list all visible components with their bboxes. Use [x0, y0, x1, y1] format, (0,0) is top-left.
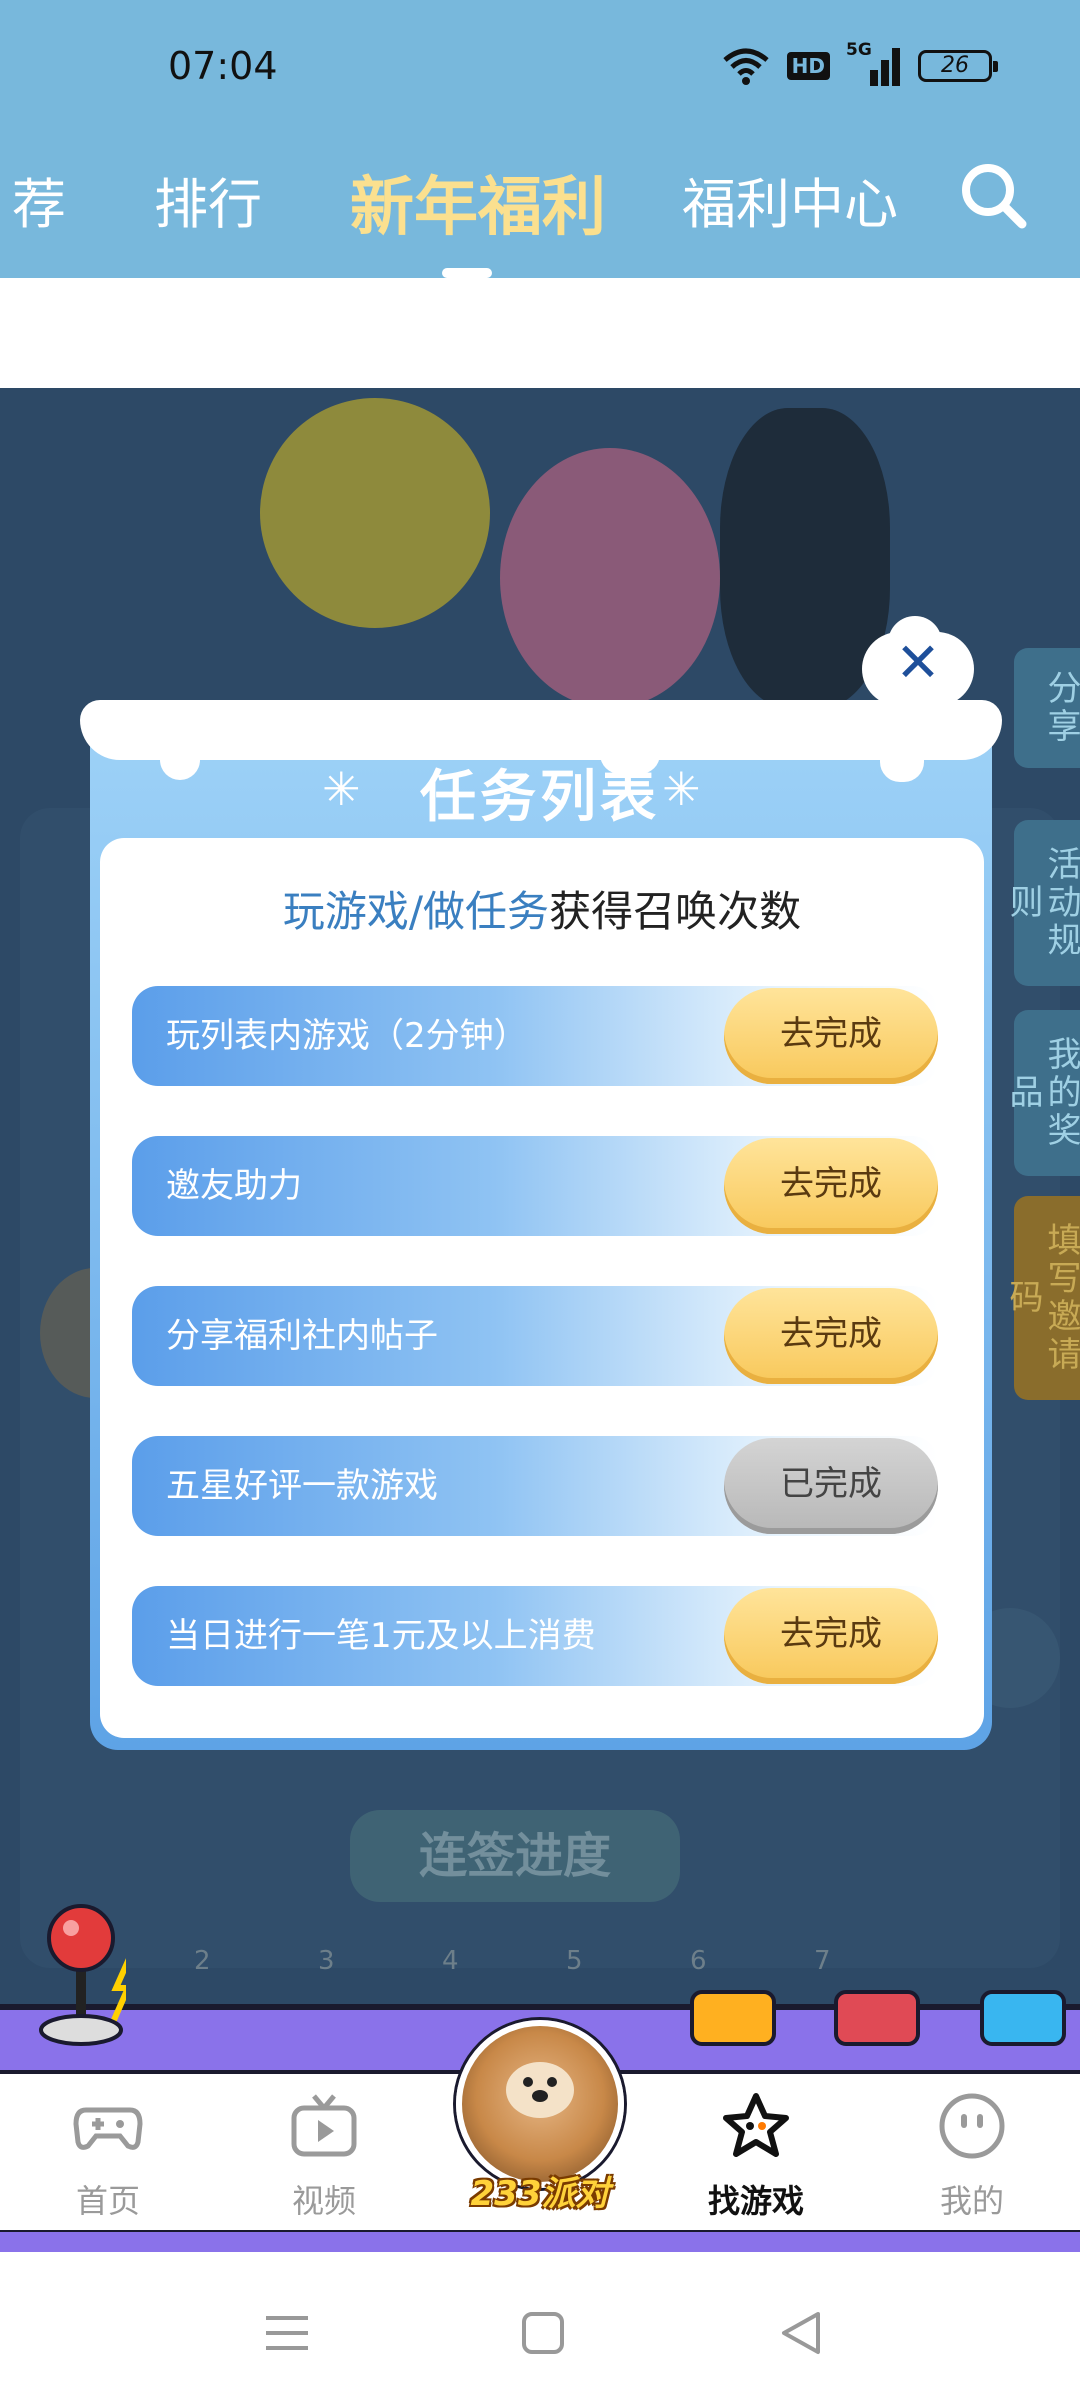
sign-in-progress-title: 连签进度: [350, 1810, 680, 1902]
task-row: 五星好评一款游戏 已完成: [132, 1436, 938, 1536]
top-tabs: 荐 排行 新年福利 福利中心: [0, 150, 1080, 245]
day-number: 7: [814, 1946, 831, 1976]
mascot-pink-hair: [500, 448, 720, 708]
side-tab-prizes[interactable]: 我的奖品: [1003, 1010, 1080, 1176]
task-row: 当日进行一笔1元及以上消费 去完成: [132, 1586, 938, 1686]
task-row: 分享福利社内帖子 去完成: [132, 1286, 938, 1386]
nav-video[interactable]: 视频: [254, 2090, 394, 2222]
status-icons: HD 5G 26: [721, 40, 998, 86]
joystick-icon: [39, 1904, 126, 2046]
star-icon: [723, 2093, 789, 2157]
tab-indicator: [442, 268, 492, 278]
arcade-button-blue: [980, 1990, 1066, 2046]
day-number: 4: [442, 1946, 459, 1976]
back-icon[interactable]: [776, 2310, 826, 2356]
tab-benefit-center[interactable]: 福利中心: [682, 160, 898, 239]
subtitle-highlight: 玩游戏/做任务: [282, 887, 550, 936]
modal-title: 任务列表: [420, 765, 660, 830]
task-done-button: 已完成: [724, 1438, 938, 1534]
day-number: 6: [690, 1946, 707, 1976]
task-go-button[interactable]: 去完成: [724, 1288, 938, 1384]
task-go-button[interactable]: 去完成: [724, 1588, 938, 1684]
nav-home[interactable]: 首页: [38, 2090, 178, 2222]
battery-level: 26: [941, 53, 969, 78]
arcade-button-orange: [690, 1990, 776, 2046]
gamepad-icon: [73, 2107, 143, 2150]
side-tab-invite-code[interactable]: 填写邀请码: [1003, 1196, 1080, 1400]
snowflake-icon: ✳: [662, 762, 701, 816]
tv-icon: [291, 2094, 357, 2157]
tab-new-year-benefits[interactable]: 新年福利: [350, 156, 606, 248]
task-go-button[interactable]: 去完成: [724, 1138, 938, 1234]
task-label: 邀友助力: [166, 1166, 302, 1206]
nav-label: 视频: [291, 2182, 356, 2220]
task-row: 玩列表内游戏（2分钟） 去完成: [132, 986, 938, 1086]
task-label: 当日进行一笔1元及以上消费: [166, 1616, 596, 1656]
nav-label: 找游戏: [707, 2182, 804, 2220]
day-number: 2: [194, 1946, 211, 1976]
subtitle-rest: 获得召唤次数: [549, 887, 802, 936]
nav-label: 首页: [75, 2182, 140, 2220]
modal-subtitle: 玩游戏/做任务获得召唤次数: [100, 878, 984, 939]
tab-ranking[interactable]: 排行: [154, 160, 262, 239]
wifi-icon: [723, 48, 769, 85]
task-label: 五星好评一款游戏: [166, 1466, 438, 1506]
signal-icon: 5G: [846, 40, 902, 86]
task-label: 分享福利社内帖子: [166, 1316, 438, 1356]
day-number: 3: [318, 1946, 335, 1976]
nav-label: 我的: [939, 2182, 1004, 2220]
dog-avatar-icon: [506, 2062, 574, 2118]
task-row: 邀友助力 去完成: [132, 1136, 938, 1236]
battery-icon: 26: [918, 50, 998, 82]
network-label: 5G: [846, 40, 872, 60]
snow-decoration: [80, 700, 1002, 760]
close-icon[interactable]: ✕: [888, 628, 948, 698]
day-number: 5: [566, 1946, 583, 1976]
menu-icon[interactable]: [262, 2310, 312, 2356]
nav-find-games[interactable]: 找游戏: [686, 2090, 826, 2222]
arcade-button-red: [834, 1990, 920, 2046]
hd-badge: HD: [786, 52, 830, 80]
task-go-button[interactable]: 去完成: [724, 988, 938, 1084]
status-time: 07:04: [168, 44, 278, 88]
search-icon[interactable]: [958, 160, 1028, 230]
smiley-icon: [939, 2093, 1005, 2159]
party-label[interactable]: 233派对: [456, 2166, 624, 2215]
nav-mine[interactable]: 我的: [902, 2090, 1042, 2222]
task-label: 玩列表内游戏（2分钟）: [166, 1016, 528, 1056]
side-tab-share[interactable]: 分享: [1014, 648, 1080, 768]
side-tab-rules[interactable]: 活动规则: [1003, 820, 1080, 986]
header: 07:04 HD 5G 26 荐 排行 新年福利 福利中心: [0, 0, 1080, 278]
mascot-yellow: [260, 398, 490, 628]
arcade-strip-bottom: [0, 2232, 1080, 2252]
home-square-icon[interactable]: [518, 2310, 568, 2356]
tab-recommend[interactable]: 荐: [12, 160, 66, 239]
